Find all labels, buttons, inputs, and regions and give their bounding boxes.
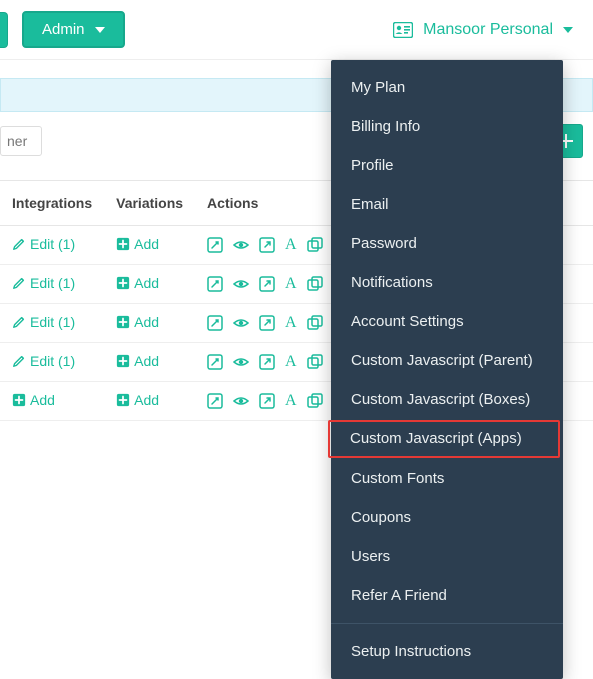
boxes-icon[interactable] [307,237,323,253]
dropdown-item-custom-javascript-parent[interactable]: Custom Javascript (Parent) [331,341,563,380]
dropdown-item-custom-javascript-apps[interactable]: Custom Javascript (Apps) [328,420,560,458]
link-label: Edit (1) [30,314,75,330]
caret-down-icon [563,27,573,33]
pencil-icon [12,237,26,251]
edit-icon[interactable] [207,237,223,253]
boxes-icon[interactable] [307,276,323,292]
eye-icon[interactable] [233,315,249,331]
plus-square-icon [116,315,130,329]
pencil-icon [12,276,26,290]
font-icon[interactable]: A [285,354,297,370]
link-label: Add [134,353,159,369]
eye-icon[interactable] [233,354,249,370]
link-label: Edit (1) [30,353,75,369]
external-icon[interactable] [259,315,275,331]
user-dropdown-panel: My PlanBilling InfoProfileEmailPasswordN… [331,60,563,679]
dropdown-item-email[interactable]: Email [331,185,563,224]
pencil-icon [12,315,26,329]
external-icon[interactable] [259,237,275,253]
plus-square-icon [116,237,130,251]
user-menu-trigger[interactable]: Mansoor Personal [393,21,573,39]
eye-icon[interactable] [233,237,249,253]
add-link[interactable]: Add [116,236,159,252]
user-name: Mansoor Personal [423,21,553,39]
plus-square-icon [116,354,130,368]
font-icon[interactable]: A [285,276,297,292]
plus-square-icon [12,393,26,407]
edit-icon[interactable] [207,276,223,292]
dropdown-item-coupons[interactable]: Coupons [331,498,563,537]
col-variations: Variations [104,181,195,226]
ner-chip[interactable]: ner [0,126,42,156]
caret-down-icon [95,27,105,33]
boxes-icon[interactable] [307,393,323,409]
edit-link[interactable]: Edit (1) [12,353,75,369]
eye-icon[interactable] [233,393,249,409]
left-edge-decor [0,12,8,48]
edit-link[interactable]: Edit (1) [12,236,75,252]
plus-square-icon [116,393,130,407]
plus-square-icon [116,276,130,290]
add-link[interactable]: Add [116,314,159,330]
link-label: Edit (1) [30,275,75,291]
link-label: Edit (1) [30,236,75,252]
dropdown-divider [331,623,563,624]
edit-icon[interactable] [207,354,223,370]
external-icon[interactable] [259,393,275,409]
dropdown-item-billing-info[interactable]: Billing Info [331,107,563,146]
link-label: Add [30,392,55,408]
add-link[interactable]: Add [116,392,159,408]
edit-link[interactable]: Edit (1) [12,314,75,330]
dropdown-item-password[interactable]: Password [331,224,563,263]
boxes-icon[interactable] [307,354,323,370]
link-label: Add [134,392,159,408]
font-icon[interactable]: A [285,393,297,409]
dropdown-item-account-settings[interactable]: Account Settings [331,302,563,341]
edit-icon[interactable] [207,315,223,331]
dropdown-item-notifications[interactable]: Notifications [331,263,563,302]
add-link[interactable]: Add [116,275,159,291]
dropdown-item-users[interactable]: Users [331,537,563,576]
edit-icon[interactable] [207,393,223,409]
font-icon[interactable]: A [285,237,297,253]
add-link[interactable]: Add [116,353,159,369]
dropdown-item-my-plan[interactable]: My Plan [331,68,563,107]
link-label: Add [134,314,159,330]
external-icon[interactable] [259,276,275,292]
id-card-icon [393,22,413,38]
dropdown-item-profile[interactable]: Profile [331,146,563,185]
boxes-icon[interactable] [307,315,323,331]
add-link[interactable]: Add [12,392,55,408]
top-bar: Admin Mansoor Personal [0,0,593,60]
dropdown-item-setup-instructions[interactable]: Setup Instructions [331,632,563,671]
admin-label: Admin [42,21,85,38]
external-icon[interactable] [259,354,275,370]
dropdown-item-custom-fonts[interactable]: Custom Fonts [331,459,563,498]
eye-icon[interactable] [233,276,249,292]
admin-dropdown-button[interactable]: Admin [22,11,125,48]
pencil-icon [12,354,26,368]
dropdown-item-custom-javascript-boxes[interactable]: Custom Javascript (Boxes) [331,380,563,419]
font-icon[interactable]: A [285,315,297,331]
col-integrations: Integrations [0,181,104,226]
edit-link[interactable]: Edit (1) [12,275,75,291]
dropdown-item-refer-a-friend[interactable]: Refer A Friend [331,576,563,615]
link-label: Add [134,236,159,252]
link-label: Add [134,275,159,291]
